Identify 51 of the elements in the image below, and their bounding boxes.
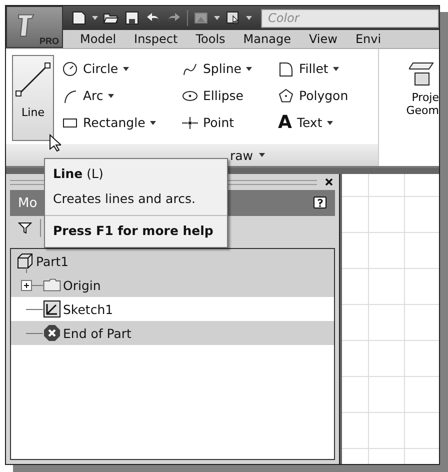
sketch-tool-button[interactable]: Ellipse — [180, 82, 276, 109]
image-icon[interactable] — [193, 10, 209, 26]
sketch-tool-button[interactable]: Point — [180, 109, 276, 136]
tree-item[interactable]: Part1 — [11, 249, 334, 273]
sketch-tool-button[interactable]: Polygon — [276, 82, 376, 109]
sketch-tool-button[interactable]: A Text — [276, 109, 376, 136]
tree-item[interactable]: Origin — [11, 273, 334, 297]
caret-icon — [150, 120, 156, 124]
line-tool-button[interactable]: Line — [12, 55, 54, 141]
mouse-pointer-icon — [49, 134, 61, 152]
ribbon-tab[interactable]: Tools — [186, 32, 234, 46]
end-marker-icon — [43, 324, 61, 342]
circle-icon — [62, 60, 78, 76]
tooltip-description: Creates lines and arcs. — [52, 190, 196, 207]
tooltip-help-hint: Press F1 for more help — [52, 222, 214, 239]
save-icon[interactable] — [124, 10, 140, 26]
select-icon[interactable] — [225, 10, 241, 26]
sketch-tool-button[interactable]: Spline — [180, 55, 276, 82]
sketch-tool-button[interactable]: Arc — [60, 82, 180, 109]
ribbon-tab[interactable]: Model — [71, 32, 126, 46]
sketch-tool-button[interactable]: Fillet — [276, 55, 376, 82]
sketch-tool-button[interactable]: Circle — [60, 55, 180, 82]
fillet-icon — [278, 60, 294, 76]
color-field[interactable]: Color — [261, 8, 439, 28]
sketch-tool-button[interactable]: Rectangle — [60, 109, 180, 136]
ribbon-tab[interactable]: Envi — [346, 32, 390, 46]
new-file-icon[interactable] — [71, 10, 87, 26]
caret-icon — [108, 94, 114, 98]
caret-icon — [123, 66, 130, 70]
tooltip-title: Line (L) — [52, 165, 104, 182]
ribbon-tab[interactable]: Manage — [234, 32, 300, 46]
point-icon — [182, 114, 198, 130]
pentagon-icon — [278, 88, 294, 104]
cube-icon — [16, 252, 34, 270]
browser-title: Mo — [18, 196, 38, 210]
sketch-icon — [43, 300, 61, 318]
project-geometry-button[interactable]: Proje Geom — [379, 49, 439, 166]
expand-icon[interactable] — [21, 280, 32, 291]
tree-item[interactable]: End of Part — [11, 321, 334, 345]
close-icon[interactable] — [325, 178, 333, 186]
caret-icon — [333, 66, 340, 70]
panel-title[interactable]: raw — [230, 148, 254, 162]
filter-icon[interactable] — [18, 221, 32, 235]
caret-icon — [327, 120, 334, 124]
caret-icon[interactable] — [259, 153, 266, 157]
arc-icon — [62, 88, 78, 104]
ribbon-tab[interactable]: View — [300, 32, 346, 46]
ribbon-tab[interactable]: Inspect — [125, 32, 187, 46]
help-icon[interactable] — [313, 196, 327, 210]
caret-icon — [246, 66, 252, 70]
folder-icon — [43, 276, 61, 294]
